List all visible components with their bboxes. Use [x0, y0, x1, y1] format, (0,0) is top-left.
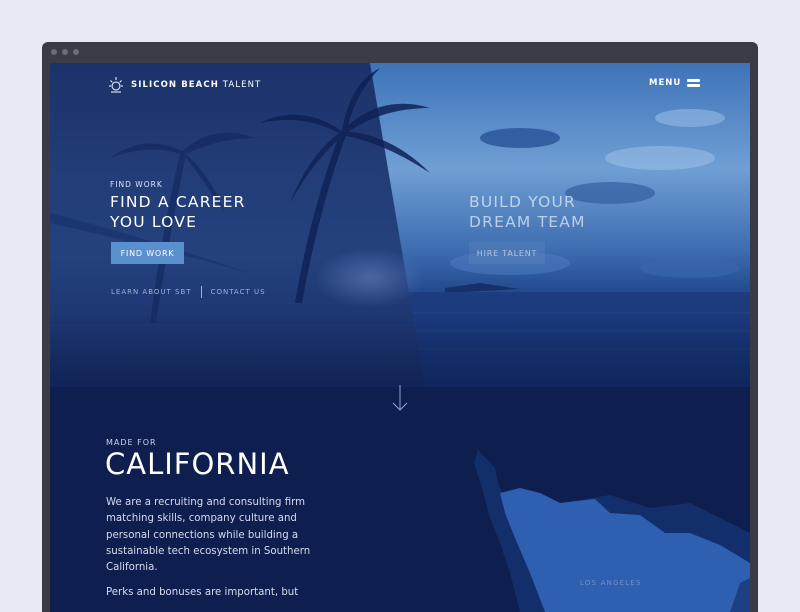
window-dot: [73, 49, 79, 55]
made-for-eyebrow: MADE FOR: [106, 438, 157, 447]
browser-toolbar: [42, 42, 758, 62]
brand-name: SILICON BEACH TALENT: [131, 80, 261, 90]
hire-talent-button[interactable]: HIRE TALENT: [469, 242, 545, 264]
contact-us-link[interactable]: CONTACT US: [211, 288, 266, 296]
learn-about-link[interactable]: LEARN ABOUT SBT: [111, 288, 192, 296]
arrow-down-icon[interactable]: [392, 384, 408, 412]
california-title: CALIFORNIA: [105, 447, 290, 481]
hero-headline-career: FIND A CAREER YOU LOVE: [110, 193, 246, 231]
find-work-button[interactable]: FIND WORK: [111, 242, 184, 264]
map-label-los-angeles: LOS ANGELES: [580, 579, 642, 587]
hero-secondary-links: LEARN ABOUT SBT CONTACT US: [111, 286, 266, 298]
find-work-eyebrow: FIND WORK: [110, 180, 163, 189]
hamburger-icon: [687, 79, 701, 87]
about-paragraph-continued: Perks and bonuses are important, but: [106, 587, 299, 598]
hero-headline-team: BUILD YOUR DREAM TEAM: [469, 193, 586, 231]
site-logo[interactable]: SILICON BEACH TALENT: [107, 76, 261, 94]
page-viewport: SILICON BEACH TALENT MENU FIND WORK FIND…: [50, 63, 750, 612]
sun-icon: [109, 77, 123, 93]
window-dot: [51, 49, 57, 55]
menu-label: MENU: [649, 78, 682, 88]
about-paragraph: We are a recruiting and consulting firm …: [106, 497, 311, 574]
link-divider: [200, 286, 202, 298]
window-dot: [62, 49, 68, 55]
brand-name-light: TALENT: [222, 80, 262, 90]
brand-name-bold: SILICON BEACH: [131, 80, 219, 90]
browser-window: SILICON BEACH TALENT MENU FIND WORK FIND…: [42, 42, 758, 612]
menu-button[interactable]: MENU: [649, 78, 701, 88]
